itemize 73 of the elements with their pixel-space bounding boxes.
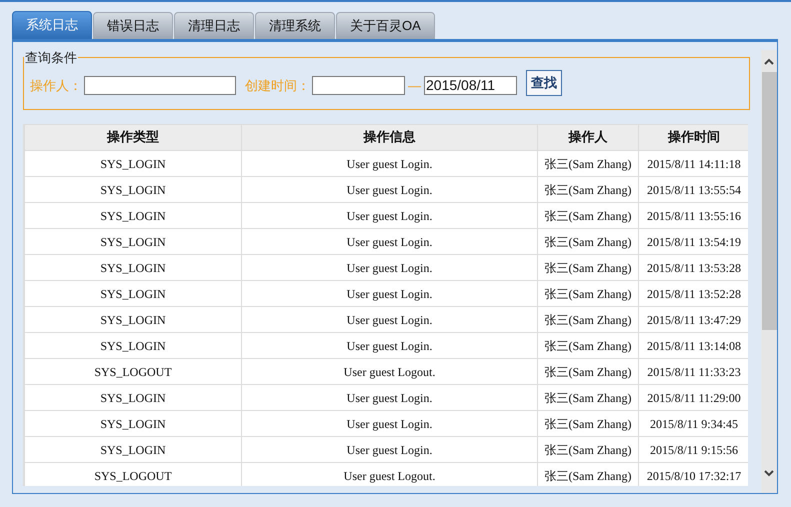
start-date-field[interactable] — [312, 76, 405, 95]
table-cell: User guest Login. — [242, 384, 538, 410]
table-cell: SYS_LOGIN — [24, 228, 242, 254]
table-cell: User guest Login. — [242, 410, 538, 436]
table-cell: 2015/8/10 17:32:17 — [638, 462, 748, 486]
table-cell: 张三(Sam Zhang) — [538, 150, 638, 176]
table-cell: SYS_LOGIN — [24, 332, 242, 358]
column-header: 操作时间 — [638, 124, 748, 150]
table-cell: 张三(Sam Zhang) — [538, 176, 638, 202]
table-cell: 2015/8/11 13:55:54 — [638, 176, 748, 202]
table-cell: 张三(Sam Zhang) — [538, 202, 638, 228]
table-cell: 2015/8/11 13:53:28 — [638, 254, 748, 280]
table-cell: SYS_LOGIN — [24, 150, 242, 176]
column-header: 操作信息 — [242, 124, 538, 150]
table-cell: SYS_LOGIN — [24, 176, 242, 202]
tab[interactable]: 系统日志 — [12, 11, 92, 39]
table-cell: 张三(Sam Zhang) — [538, 462, 638, 486]
search-button[interactable]: 查找 — [526, 70, 562, 96]
table-cell: User guest Login. — [242, 150, 538, 176]
scroll-down-icon[interactable] — [764, 470, 774, 477]
table-cell: 2015/8/11 9:15:56 — [638, 436, 748, 462]
table-cell: 2015/8/11 11:29:00 — [638, 384, 748, 410]
table-cell: User guest Logout. — [242, 358, 538, 384]
scroll-up-icon[interactable] — [764, 58, 774, 65]
tab[interactable]: 错误日志 — [93, 12, 173, 39]
table-cell: 2015/8/11 13:52:28 — [638, 280, 748, 306]
table-cell: User guest Login. — [242, 202, 538, 228]
scrollbar[interactable] — [761, 50, 777, 493]
table-cell: 2015/8/11 13:14:08 — [638, 332, 748, 358]
table-cell: User guest Login. — [242, 254, 538, 280]
table-cell: SYS_LOGOUT — [24, 358, 242, 384]
table-cell: 2015/8/11 13:47:29 — [638, 306, 748, 332]
fieldset-legend: 查询条件 — [24, 48, 78, 68]
table-cell: 张三(Sam Zhang) — [538, 410, 638, 436]
column-header: 操作人 — [538, 124, 638, 150]
field-label: 创建时间： — [245, 76, 310, 95]
table-cell: 张三(Sam Zhang) — [538, 436, 638, 462]
operator-field[interactable] — [84, 76, 236, 95]
table-cell: User guest Login. — [242, 436, 538, 462]
field-label: 操作人： — [30, 76, 82, 95]
table-cell: 2015/8/11 13:55:16 — [638, 202, 748, 228]
table-cell: 2015/8/11 13:54:19 — [638, 228, 748, 254]
tab[interactable]: 关于百灵OA — [336, 12, 435, 39]
end-date-field[interactable]: 2015/08/11 — [424, 76, 517, 95]
table-cell: SYS_LOGIN — [24, 306, 242, 332]
table-cell: 2015/8/11 11:33:23 — [638, 358, 748, 384]
table-cell: 张三(Sam Zhang) — [538, 358, 638, 384]
table-cell: 2015/8/11 9:34:45 — [638, 410, 748, 436]
column-header: 操作类型 — [24, 124, 242, 150]
table-cell: User guest Login. — [242, 280, 538, 306]
tab[interactable]: 清理日志 — [174, 12, 254, 39]
table-cell: SYS_LOGIN — [24, 410, 242, 436]
table-cell: 张三(Sam Zhang) — [538, 384, 638, 410]
table-cell: SYS_LOGIN — [24, 436, 242, 462]
table-cell: SYS_LOGIN — [24, 384, 242, 410]
table-cell: User guest Logout. — [242, 462, 538, 486]
scrollbar-thumb[interactable] — [762, 72, 776, 330]
table-cell: SYS_LOGIN — [24, 280, 242, 306]
table-cell: User guest Login. — [242, 332, 538, 358]
table-cell: 张三(Sam Zhang) — [538, 254, 638, 280]
table-cell: 张三(Sam Zhang) — [538, 306, 638, 332]
table-cell: User guest Login. — [242, 176, 538, 202]
table-cell: 张三(Sam Zhang) — [538, 228, 638, 254]
tab[interactable]: 清理系统 — [255, 12, 335, 39]
table-cell: User guest Login. — [242, 306, 538, 332]
table-cell: SYS_LOGIN — [24, 202, 242, 228]
table-cell: 2015/8/11 14:11:18 — [638, 150, 748, 176]
table-cell: SYS_LOGOUT — [24, 462, 242, 486]
table-cell: User guest Login. — [242, 228, 538, 254]
table-cell: 张三(Sam Zhang) — [538, 280, 638, 306]
table-cell: SYS_LOGIN — [24, 254, 242, 280]
table-cell: 张三(Sam Zhang) — [538, 332, 638, 358]
range-separator: — — [408, 76, 421, 95]
